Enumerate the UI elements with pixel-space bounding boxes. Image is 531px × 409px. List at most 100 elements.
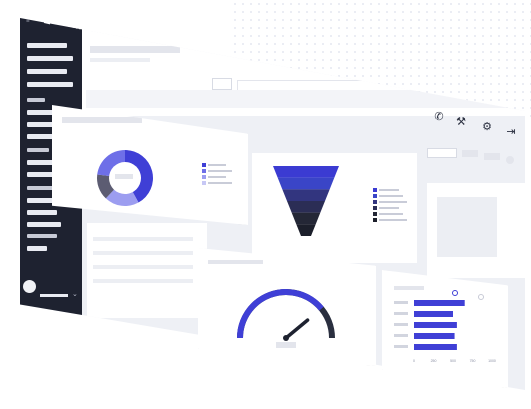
legend-swatch <box>202 163 206 167</box>
legend-label-placeholder <box>208 164 226 166</box>
table-row <box>93 251 193 255</box>
legend-label-placeholder <box>208 170 232 172</box>
axis-tick-label: 0 <box>413 359 415 363</box>
card-table <box>87 223 207 318</box>
legend-label-placeholder <box>208 176 226 178</box>
legend-item <box>373 200 407 204</box>
wrench-icon[interactable]: ⚒ <box>454 115 468 129</box>
bar-category-label-placeholder <box>394 334 408 337</box>
legend-item <box>373 212 403 216</box>
sidebar-item-5[interactable] <box>27 98 45 102</box>
funnel-stage <box>282 189 330 201</box>
horizontal-bar-chart: 0 250 500 750 1000 <box>394 300 496 363</box>
legend-swatch <box>373 188 377 192</box>
legend-swatch <box>373 212 377 216</box>
page-title-placeholder <box>90 46 180 53</box>
bar <box>414 311 453 317</box>
bar-category-label-placeholder <box>394 301 408 304</box>
gauge-track <box>237 289 335 339</box>
funnel-stage <box>296 224 316 236</box>
legend-label-placeholder <box>379 201 407 203</box>
gear-icon[interactable]: ⚙ <box>480 120 494 134</box>
date-select[interactable] <box>427 148 457 158</box>
bar-chart-panel: 0 250 500 750 1000 <box>382 270 508 388</box>
legend-item <box>373 206 399 210</box>
legend-item <box>202 169 232 173</box>
table-row <box>93 265 193 269</box>
legend-swatch <box>373 200 377 204</box>
sidebar-item-9[interactable] <box>27 148 49 152</box>
user-name-placeholder <box>40 294 68 297</box>
legend-swatch <box>373 194 377 198</box>
legend-swatch <box>202 181 206 185</box>
legend-label-placeholder <box>379 213 403 215</box>
legend-swatch <box>373 218 377 222</box>
axis-tick-label: 500 <box>450 359 456 363</box>
bar <box>414 344 457 350</box>
toolbar-button-2[interactable] <box>484 153 500 160</box>
funnel-chart <box>273 166 339 236</box>
gauge-title-placeholder <box>208 260 263 264</box>
axis-tick-label: 750 <box>470 359 476 363</box>
bar <box>414 322 457 328</box>
table-row <box>93 279 193 283</box>
sidebar-item-1[interactable] <box>27 43 67 48</box>
toolbar-button-3[interactable] <box>506 156 514 164</box>
logo-mark-icon <box>44 13 50 25</box>
hbar-bars <box>394 300 465 350</box>
legend-item <box>202 175 226 179</box>
filter-dropdown[interactable] <box>212 78 232 90</box>
logout-icon[interactable]: ⇥ <box>504 125 518 139</box>
bar <box>414 300 465 306</box>
axis-tick-label: 250 <box>431 359 437 363</box>
funnel-stage <box>273 166 339 178</box>
legend-item <box>373 188 399 192</box>
legend-swatch <box>202 175 206 179</box>
sidebar-item-3[interactable] <box>27 69 67 74</box>
sidebar-item-4[interactable] <box>27 82 73 87</box>
bar-chart-title-placeholder <box>394 286 424 290</box>
legend-swatch <box>202 169 206 173</box>
legend-label-placeholder <box>379 189 399 191</box>
sidebar-menu-icon[interactable]: ≡ <box>26 18 30 24</box>
legend-swatch <box>373 206 377 210</box>
funnel-stage <box>277 177 335 190</box>
legend-label-placeholder <box>379 207 399 209</box>
legend-item <box>202 163 226 167</box>
sidebar-item-15[interactable] <box>27 222 61 227</box>
avatar[interactable] <box>23 280 36 293</box>
donut-center-label-placeholder <box>115 174 133 179</box>
sidebar-item-14[interactable] <box>27 210 57 215</box>
bar-category-label-placeholder <box>394 345 408 348</box>
funnel-stage <box>291 212 321 225</box>
legend-item <box>373 218 407 222</box>
funnel-segments <box>273 166 339 236</box>
bar-category-label-placeholder <box>394 312 408 315</box>
gauge-pivot <box>283 335 289 341</box>
panel-title-placeholder <box>62 117 142 123</box>
gauge-panel <box>198 248 376 366</box>
sidebar-item-16[interactable] <box>27 234 57 238</box>
donut-chart <box>97 150 153 206</box>
chevron-down-icon[interactable]: ⌄ <box>72 290 78 298</box>
sidebar-item-17[interactable] <box>27 246 47 251</box>
legend-label-placeholder <box>208 182 232 184</box>
table-row <box>93 237 193 241</box>
legend-label-placeholder <box>379 195 403 197</box>
bar <box>414 333 455 339</box>
subtitle-placeholder <box>90 58 150 62</box>
card-text-panel <box>427 183 525 278</box>
sidebar-item-2[interactable] <box>27 56 73 61</box>
gauge-needle <box>284 318 310 340</box>
gauge-value-placeholder <box>276 342 296 348</box>
gauge-fill <box>237 289 324 339</box>
gauge-chart <box>237 289 335 348</box>
legend-item <box>202 181 232 185</box>
toolbar-button-1[interactable] <box>462 150 478 157</box>
hbar-tick-labels: 0 250 500 750 1000 <box>413 359 496 363</box>
sidebar-item-12[interactable] <box>27 186 53 190</box>
bar-category-label-placeholder <box>394 323 408 326</box>
legend-item <box>373 194 403 198</box>
axis-tick-label: 1000 <box>488 359 496 363</box>
phone-icon[interactable]: ✆ <box>432 110 446 124</box>
